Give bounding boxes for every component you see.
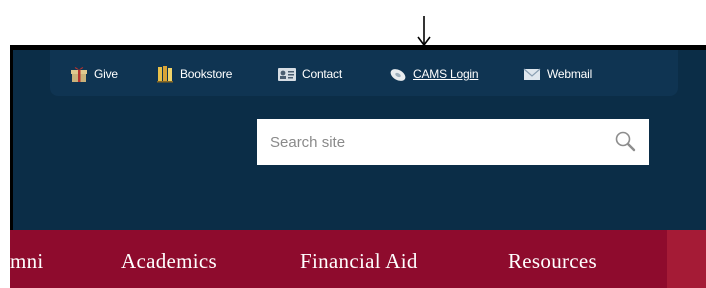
utility-bar: Give Bookstore Contact CAMS Login Webmai… <box>50 50 678 96</box>
contact-card-icon <box>278 68 296 81</box>
login-disc-icon <box>390 69 406 81</box>
books-icon <box>157 66 173 83</box>
cams-login-label: CAMS Login <box>413 67 479 81</box>
site-header: Give Bookstore Contact CAMS Login Webmai… <box>10 45 706 245</box>
give-label: Give <box>94 67 118 81</box>
webmail-link[interactable]: Webmail <box>522 65 592 83</box>
nav-item-financial-aid[interactable]: Financial Aid <box>300 248 418 274</box>
main-nav: mni Academics Financial Aid Resources <box>10 230 706 288</box>
nav-accent-block <box>667 230 706 288</box>
give-link[interactable]: Give <box>69 65 118 83</box>
bookstore-link[interactable]: Bookstore <box>155 65 232 83</box>
contact-label: Contact <box>302 67 342 81</box>
gift-icon <box>71 67 87 82</box>
bookstore-label: Bookstore <box>180 67 233 81</box>
down-arrow-icon <box>417 16 431 47</box>
site-search <box>257 119 649 165</box>
contact-link[interactable]: Contact <box>277 65 342 83</box>
mail-icon <box>523 68 541 80</box>
cams-login-link[interactable]: CAMS Login <box>388 65 479 83</box>
nav-item-academics[interactable]: Academics <box>121 248 217 274</box>
search-input[interactable] <box>257 119 597 165</box>
search-icon[interactable] <box>613 129 637 153</box>
webmail-label: Webmail <box>547 67 593 81</box>
nav-item-resources[interactable]: Resources <box>508 248 597 274</box>
nav-item-alumni[interactable]: mni <box>10 248 44 274</box>
